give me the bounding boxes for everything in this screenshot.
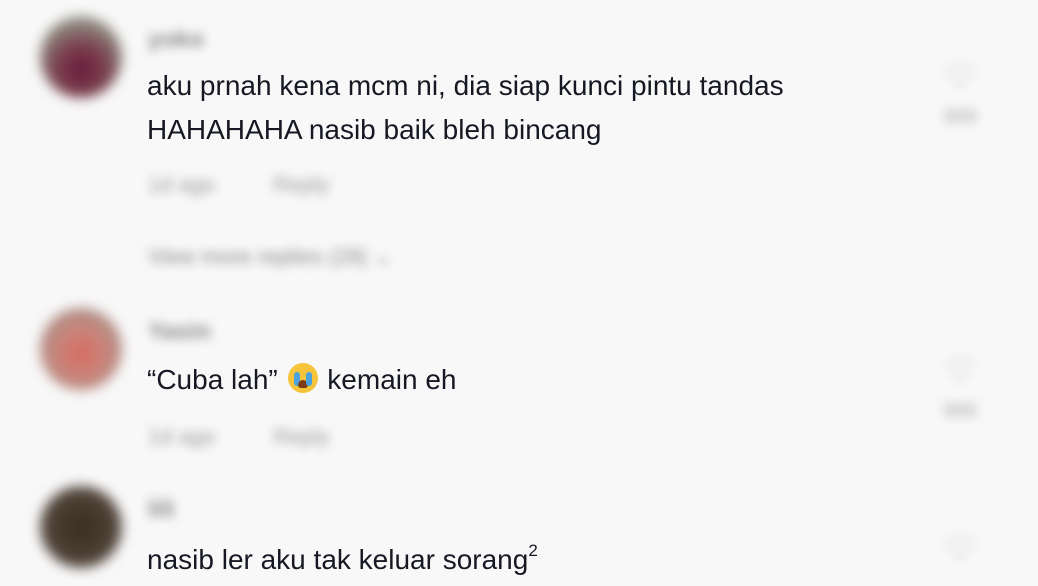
comment-username[interactable]: Yasin bbox=[148, 318, 211, 346]
comment-username[interactable]: lili bbox=[148, 496, 175, 524]
comment-username[interactable]: yoko bbox=[148, 26, 204, 54]
comment-text-part: “Cuba lah” bbox=[147, 364, 278, 395]
comment-superscript: 2 bbox=[528, 541, 538, 560]
heart-icon: ♡ bbox=[945, 353, 975, 389]
heart-icon: ♡ bbox=[945, 59, 975, 95]
comment-text: nasib ler aku tak keluar sorang2 bbox=[147, 538, 538, 582]
avatar[interactable] bbox=[40, 486, 122, 568]
avatar[interactable] bbox=[40, 16, 122, 98]
comment-meta: 1d ago Reply bbox=[148, 424, 388, 450]
comment-timestamp: 1d ago bbox=[148, 424, 216, 449]
reply-button[interactable]: Reply bbox=[273, 172, 329, 197]
view-more-replies-button[interactable]: View more replies (28) ⌄ bbox=[148, 244, 392, 270]
chevron-down-icon: ⌄ bbox=[373, 244, 393, 269]
like-count: 999 bbox=[943, 106, 977, 128]
comments-panel: yoko aku prnah kena mcm ni, dia siap kun… bbox=[0, 0, 1038, 586]
like-button[interactable]: ♡ 999 bbox=[930, 354, 990, 423]
like-button[interactable]: ♡ bbox=[930, 532, 990, 566]
reply-button[interactable]: Reply bbox=[273, 424, 329, 449]
like-count: 999 bbox=[943, 400, 977, 422]
like-button[interactable]: ♡ 999 bbox=[930, 60, 990, 129]
view-more-replies-label: View more replies (28) bbox=[148, 244, 368, 269]
comment-text: aku prnah kena mcm ni, dia siap kunci pi… bbox=[147, 70, 784, 101]
comment-text: “Cuba lah” kemain eh bbox=[147, 358, 456, 402]
comment-text-part: kemain eh bbox=[327, 364, 457, 395]
avatar[interactable] bbox=[40, 308, 122, 390]
heart-icon: ♡ bbox=[945, 531, 975, 567]
comment-text: HAHAHAHA nasib baik bleh bincang bbox=[147, 114, 602, 145]
comment-meta: 1d ago Reply bbox=[148, 172, 388, 198]
comment-timestamp: 1d ago bbox=[148, 172, 216, 197]
loudly-crying-face-icon bbox=[287, 363, 318, 393]
comment-text-part: nasib ler aku tak keluar sorang bbox=[147, 544, 529, 575]
